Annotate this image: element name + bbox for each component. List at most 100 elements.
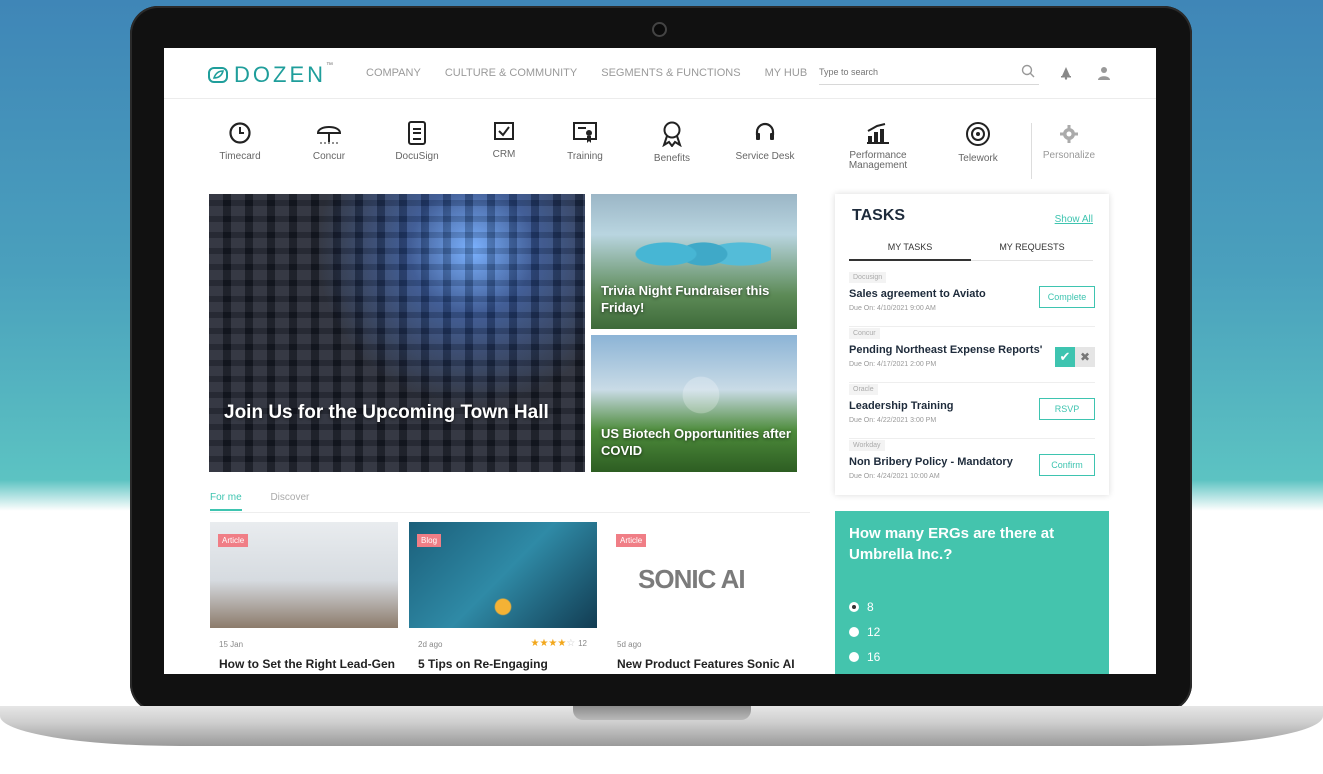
tasks-tabs: MY TASKS MY REQUESTS <box>849 242 1093 261</box>
task-source: Workday <box>849 440 885 451</box>
tab-discover[interactable]: Discover <box>270 492 309 503</box>
nav-company[interactable]: COMPANY <box>366 67 421 79</box>
task-due: Due On: 4/10/2021 9:00 AM <box>849 305 936 312</box>
personalize-label: Personalize <box>1042 150 1096 161</box>
bell-icon[interactable] <box>1060 66 1072 80</box>
task-source: Docusign <box>849 272 887 283</box>
hero-main-title: Join Us for the Upcoming Town Hall <box>224 402 549 423</box>
feed-card[interactable]: Article 15 Jan How to Set the Right Lead… <box>210 522 398 674</box>
app-concur[interactable]: Concur <box>289 121 369 162</box>
reject-close-icon[interactable]: ✖ <box>1075 347 1095 367</box>
complete-button[interactable]: Complete <box>1039 286 1095 308</box>
leaf-logo-icon <box>208 67 228 83</box>
approve-check-icon[interactable]: ✔ <box>1055 347 1075 367</box>
top-header: DOZEN™ COMPANY CULTURE & COMMUNITY SEGME… <box>164 48 1156 99</box>
card-title: New Product Features Sonic AI <box>617 657 795 671</box>
sonic-ai-logo: SONIC AI <box>638 564 746 594</box>
task-title: Pending Northeast Expense Reports' <box>849 344 1043 356</box>
search-input[interactable] <box>819 67 1009 77</box>
card-tag: Article <box>218 534 249 547</box>
gear-icon <box>1060 125 1078 143</box>
app-label: CRM <box>492 149 516 160</box>
app-label: Telework <box>958 153 998 164</box>
award-icon <box>662 121 682 147</box>
hero-town-hall[interactable]: Join Us for the Upcoming Town Hall <box>209 194 585 472</box>
star-rating-icon: ★★★★☆ 12 <box>530 638 587 649</box>
feed-card[interactable]: Blog 2d ago ★★★★☆ 12 5 Tips on Re-Engagi… <box>409 522 597 674</box>
nav-culture-community[interactable]: CULTURE & COMMUNITY <box>445 67 577 79</box>
rsvp-button[interactable]: RSVP <box>1039 398 1095 420</box>
hero-trivia-title: Trivia Night Fundraiser this Friday! <box>601 283 770 315</box>
card-date: 2d ago <box>418 640 443 649</box>
poll-option[interactable]: 16 <box>849 650 880 664</box>
brand-name: DOZEN™ <box>234 62 336 87</box>
radio-icon[interactable] <box>849 627 859 637</box>
app-training[interactable]: Training <box>545 121 625 162</box>
intranet-page: DOZEN™ COMPANY CULTURE & COMMUNITY SEGME… <box>164 48 1156 674</box>
document-icon <box>408 121 426 145</box>
task-item[interactable]: Concur Pending Northeast Expense Reports… <box>849 328 1095 383</box>
tasks-widget: TASKS Show All MY TASKS MY REQUESTS Docu… <box>835 194 1109 495</box>
card-title: How to Set the Right Lead-Gen Goals <box>219 657 395 674</box>
app-label: Training <box>567 151 603 162</box>
nav-segments-functions[interactable]: SEGMENTS & FUNCTIONS <box>601 67 740 79</box>
search-bar <box>819 62 1039 85</box>
task-item[interactable]: Oracle Leadership Training Due On: 4/22/… <box>849 384 1095 439</box>
user-icon[interactable] <box>1098 66 1110 80</box>
poll-option[interactable]: 8 <box>849 600 874 614</box>
tab-for-me[interactable]: For me <box>210 492 242 511</box>
poll-option-label: 16 <box>867 650 881 664</box>
card-date: 5d ago <box>617 640 642 649</box>
task-title: Leadership Training <box>849 400 954 412</box>
radio-selected-icon[interactable] <box>849 602 859 612</box>
feed-card[interactable]: Article SONIC AI 5d ago New Product Feat… <box>608 522 796 672</box>
app-label: Timecard <box>219 151 261 162</box>
app-benefits[interactable]: Benefits <box>632 121 712 164</box>
card-tag: Article <box>616 534 647 547</box>
app-crm[interactable]: CRM <box>464 121 544 160</box>
tab-my-requests[interactable]: MY REQUESTS <box>971 242 1093 259</box>
app-docusign[interactable]: DocuSign <box>377 121 457 162</box>
brand-logo[interactable]: DOZEN™ <box>208 62 336 88</box>
laptop-notch <box>573 706 751 720</box>
meeting-image: Article <box>210 522 398 628</box>
app-timecard[interactable]: Timecard <box>200 121 280 162</box>
clock-icon <box>229 122 251 144</box>
task-item[interactable]: Docusign Sales agreement to Aviato Due O… <box>849 272 1095 327</box>
app-service-desk[interactable]: Service Desk <box>725 121 805 162</box>
certificate-icon <box>573 122 597 143</box>
task-source: Concur <box>849 328 880 339</box>
app-label: Concur <box>312 151 346 162</box>
poll-widget: How many ERGs are there at Umbrella Inc.… <box>835 511 1109 674</box>
poll-option-label: 12 <box>867 625 881 639</box>
radio-icon[interactable] <box>849 652 859 662</box>
app-performance-management[interactable]: Performance Management <box>838 121 918 171</box>
confirm-button[interactable]: Confirm <box>1039 454 1095 476</box>
task-due: Due On: 4/22/2021 3:00 PM <box>849 417 937 424</box>
app-telework[interactable]: Telework <box>938 121 1018 164</box>
app-label: Benefits <box>653 153 691 164</box>
card-date: 15 Jan <box>219 640 244 649</box>
card-title: 5 Tips on Re-Engaging Prospects <box>418 657 548 674</box>
show-all-link[interactable]: Show All <box>1055 214 1093 225</box>
umbrella-icon <box>316 126 342 144</box>
tasks-title: TASKS <box>852 207 906 224</box>
nav-my-hub[interactable]: MY HUB <box>765 67 808 79</box>
hero-biotech[interactable]: US Biotech Opportunities after COVID <box>591 335 797 472</box>
personalize-button[interactable]: Personalize <box>1029 124 1109 161</box>
hero-biotech-title: US Biotech Opportunities after COVID <box>601 426 791 458</box>
video-grid-image <box>209 194 585 472</box>
poll-option-label: 8 <box>867 600 874 614</box>
hero-trivia-night[interactable]: Trivia Night Fundraiser this Friday! <box>591 194 797 329</box>
card-meta-row: 2d ago ★★★★☆ 12 <box>418 638 597 649</box>
main-nav: COMPANY CULTURE & COMMUNITY SEGMENTS & F… <box>366 67 807 79</box>
search-icon[interactable] <box>1021 64 1035 78</box>
sonic-ai-logo-image: Article SONIC AI <box>608 522 796 628</box>
task-source: Oracle <box>849 384 878 395</box>
task-title: Sales agreement to Aviato <box>849 288 986 300</box>
poll-option[interactable]: 12 <box>849 625 880 639</box>
tab-my-tasks[interactable]: MY TASKS <box>849 242 971 261</box>
checkbox-icon <box>494 122 514 140</box>
chart-icon <box>867 123 889 144</box>
task-item[interactable]: Workday Non Bribery Policy - Mandatory D… <box>849 440 1095 494</box>
